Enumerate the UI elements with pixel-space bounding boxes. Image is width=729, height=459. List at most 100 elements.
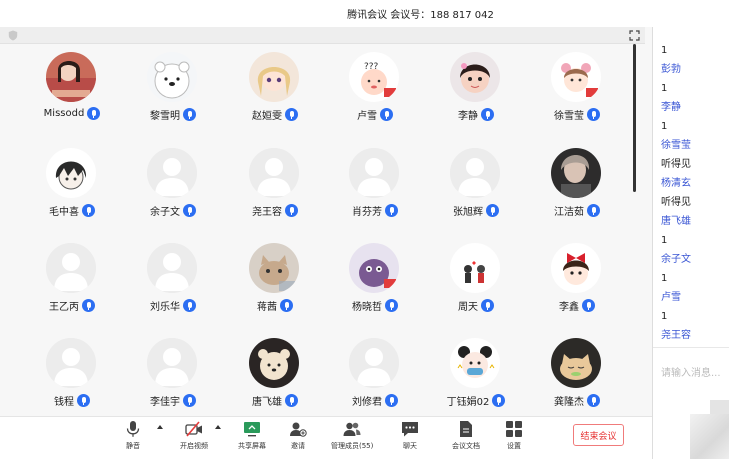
chat-message-text: 听得见 (661, 197, 691, 208)
participant-tile[interactable]: 李静 (426, 44, 526, 134)
participant-tile[interactable]: 钱程 (22, 330, 122, 420)
members-icon (343, 422, 361, 436)
participant-tile[interactable]: 杨晓哲 (325, 235, 425, 325)
mute-options-caret[interactable] (157, 425, 163, 429)
participant-tile[interactable]: 赵姮雯 (225, 44, 325, 134)
participant-name-row: 尧王容 (225, 203, 325, 218)
participant-name-row: 李鑫 (527, 298, 627, 313)
microphone-icon (87, 107, 101, 120)
chat-button[interactable]: 聊天 (401, 420, 419, 458)
manage-members-button[interactable]: 管理成员(55) (331, 420, 373, 458)
participant-name: 余子文 (150, 207, 180, 218)
participant-tile[interactable]: 江洁茹 (527, 140, 627, 230)
microphone-icon (183, 108, 196, 121)
microphone-icon (183, 204, 196, 217)
participant-tile[interactable]: 李佳宇 (123, 330, 223, 420)
chat-panel: 1 彭勃 1 李静 1 徐雪莹 听得见 杨清玄 听得见 唐飞雄 1 余子文 1 卢雪 1 尧王容 请输入消息.… (652, 27, 729, 459)
participant-name-row: 毛中喜 (22, 203, 122, 218)
participant-name: 张旭辉 (453, 207, 483, 218)
microphone-icon (385, 299, 398, 312)
participant-tile[interactable]: 黎雪明 (123, 44, 223, 134)
participant-name-row: 刘修君 (325, 393, 425, 408)
shield-icon[interactable] (8, 30, 18, 41)
participant-name-row: Missodd (22, 107, 122, 120)
start-video-button[interactable]: 开启视频 (180, 420, 208, 458)
settings-button[interactable]: 设置 (505, 420, 523, 458)
participant-avatar (249, 148, 299, 198)
participant-name: 刘乐华 (150, 302, 180, 313)
participant-tile[interactable]: 毛中喜 (22, 140, 122, 230)
grid-scrollbar[interactable] (633, 44, 636, 192)
chat-sender-name: 彭勃 (661, 64, 681, 75)
participant-avatar (147, 148, 197, 198)
participant-name-row: 杨晓哲 (325, 298, 425, 313)
meeting-docs-button[interactable]: 会议文档 (452, 420, 480, 458)
participant-name: 丁钰娟02 (446, 397, 490, 408)
chat-sender-name: 卢雪 (661, 292, 681, 303)
participant-tile[interactable]: ??? 卢雪 (325, 44, 425, 134)
video-options-caret[interactable] (215, 425, 221, 429)
participant-name: 刘修君 (352, 397, 382, 408)
share-screen-icon (244, 422, 260, 437)
participant-tile[interactable]: 张旭辉 (426, 140, 526, 230)
participant-tile[interactable]: 唐飞雄 (225, 330, 325, 420)
end-meeting-button[interactable]: 结束会议 (573, 424, 624, 446)
participant-avatar (349, 148, 399, 198)
microphone-icon (280, 299, 293, 312)
participant-name: 杨晓哲 (352, 302, 382, 313)
participant-name: 黎雪明 (150, 111, 180, 122)
share-screen-button[interactable]: 共享屏幕 (238, 420, 266, 458)
participant-tile[interactable]: 刘乐华 (123, 235, 223, 325)
fullscreen-icon[interactable] (629, 30, 640, 41)
participant-avatar (249, 243, 299, 293)
participant-tile[interactable]: 丁钰娟02 (426, 330, 526, 420)
meeting-window: 腾讯会议 会议号：188 817 042 Missodd 黎雪明 赵姮雯??? 卢雪李… (0, 0, 729, 459)
participant-avatar (46, 148, 96, 198)
participant-tile[interactable]: 尧王容 (225, 140, 325, 230)
microphone-icon (285, 394, 298, 407)
participant-name-row: 丁钰娟02 (426, 393, 526, 408)
participant-grid: Missodd 黎雪明 赵姮雯??? 卢雪 李静 徐雪莹毛中喜 余子文 尧王容 肖芬芳 张旭辉 江洁… (0, 44, 650, 416)
participant-tile[interactable]: 周天 (426, 235, 526, 325)
participant-tile[interactable]: Missodd (22, 44, 122, 134)
participant-name: 李佳宇 (150, 397, 180, 408)
chat-message-text: 1 (661, 45, 668, 56)
share-label: 共享屏幕 (238, 442, 266, 450)
participant-name-row: 江洁茹 (527, 203, 627, 218)
participant-name: 李静 (458, 111, 478, 122)
participant-name: 尧王容 (252, 207, 282, 218)
participant-tile[interactable]: 李鑫 (527, 235, 627, 325)
mute-button[interactable]: 静音 (124, 420, 142, 458)
microphone-icon (285, 204, 298, 217)
participant-avatar (551, 243, 601, 293)
microphone-icon (582, 299, 595, 312)
chat-message-text: 1 (661, 273, 668, 284)
participant-name-row: 唐飞雄 (225, 393, 325, 408)
chat-sender-name: 杨清玄 (661, 178, 691, 189)
invite-button[interactable]: 邀请 (289, 420, 307, 458)
participant-name-row: 肖芬芳 (325, 203, 425, 218)
participant-tile[interactable]: 徐雪莹 (527, 44, 627, 134)
chat-message-text: 1 (661, 311, 668, 322)
chat-icon (402, 422, 418, 437)
participant-avatar (46, 338, 96, 388)
microphone-icon (385, 204, 398, 217)
participant-name: 肖芬芳 (352, 207, 382, 218)
participant-avatar (349, 338, 399, 388)
participant-name: 龚隆杰 (554, 397, 584, 408)
chat-input[interactable]: 请输入消息... (661, 364, 721, 379)
participant-name: 唐飞雄 (252, 397, 282, 408)
participant-tile[interactable]: 蒋茜 (225, 235, 325, 325)
participant-tile[interactable]: 王乙丙 (22, 235, 122, 325)
participant-name-row: 龚隆杰 (527, 393, 627, 408)
participant-avatar (450, 52, 500, 102)
microphone-icon (82, 204, 95, 217)
participant-tile[interactable]: 刘修君 (325, 330, 425, 420)
participant-tile[interactable]: 肖芬芳 (325, 140, 425, 230)
participant-tile[interactable]: 龚隆杰 (527, 330, 627, 420)
participant-name-row: 钱程 (22, 393, 122, 408)
blurred-corner-top (710, 400, 729, 414)
participant-tile[interactable]: 余子文 (123, 140, 223, 230)
participant-avatar (249, 338, 299, 388)
microphone-icon (183, 394, 196, 407)
